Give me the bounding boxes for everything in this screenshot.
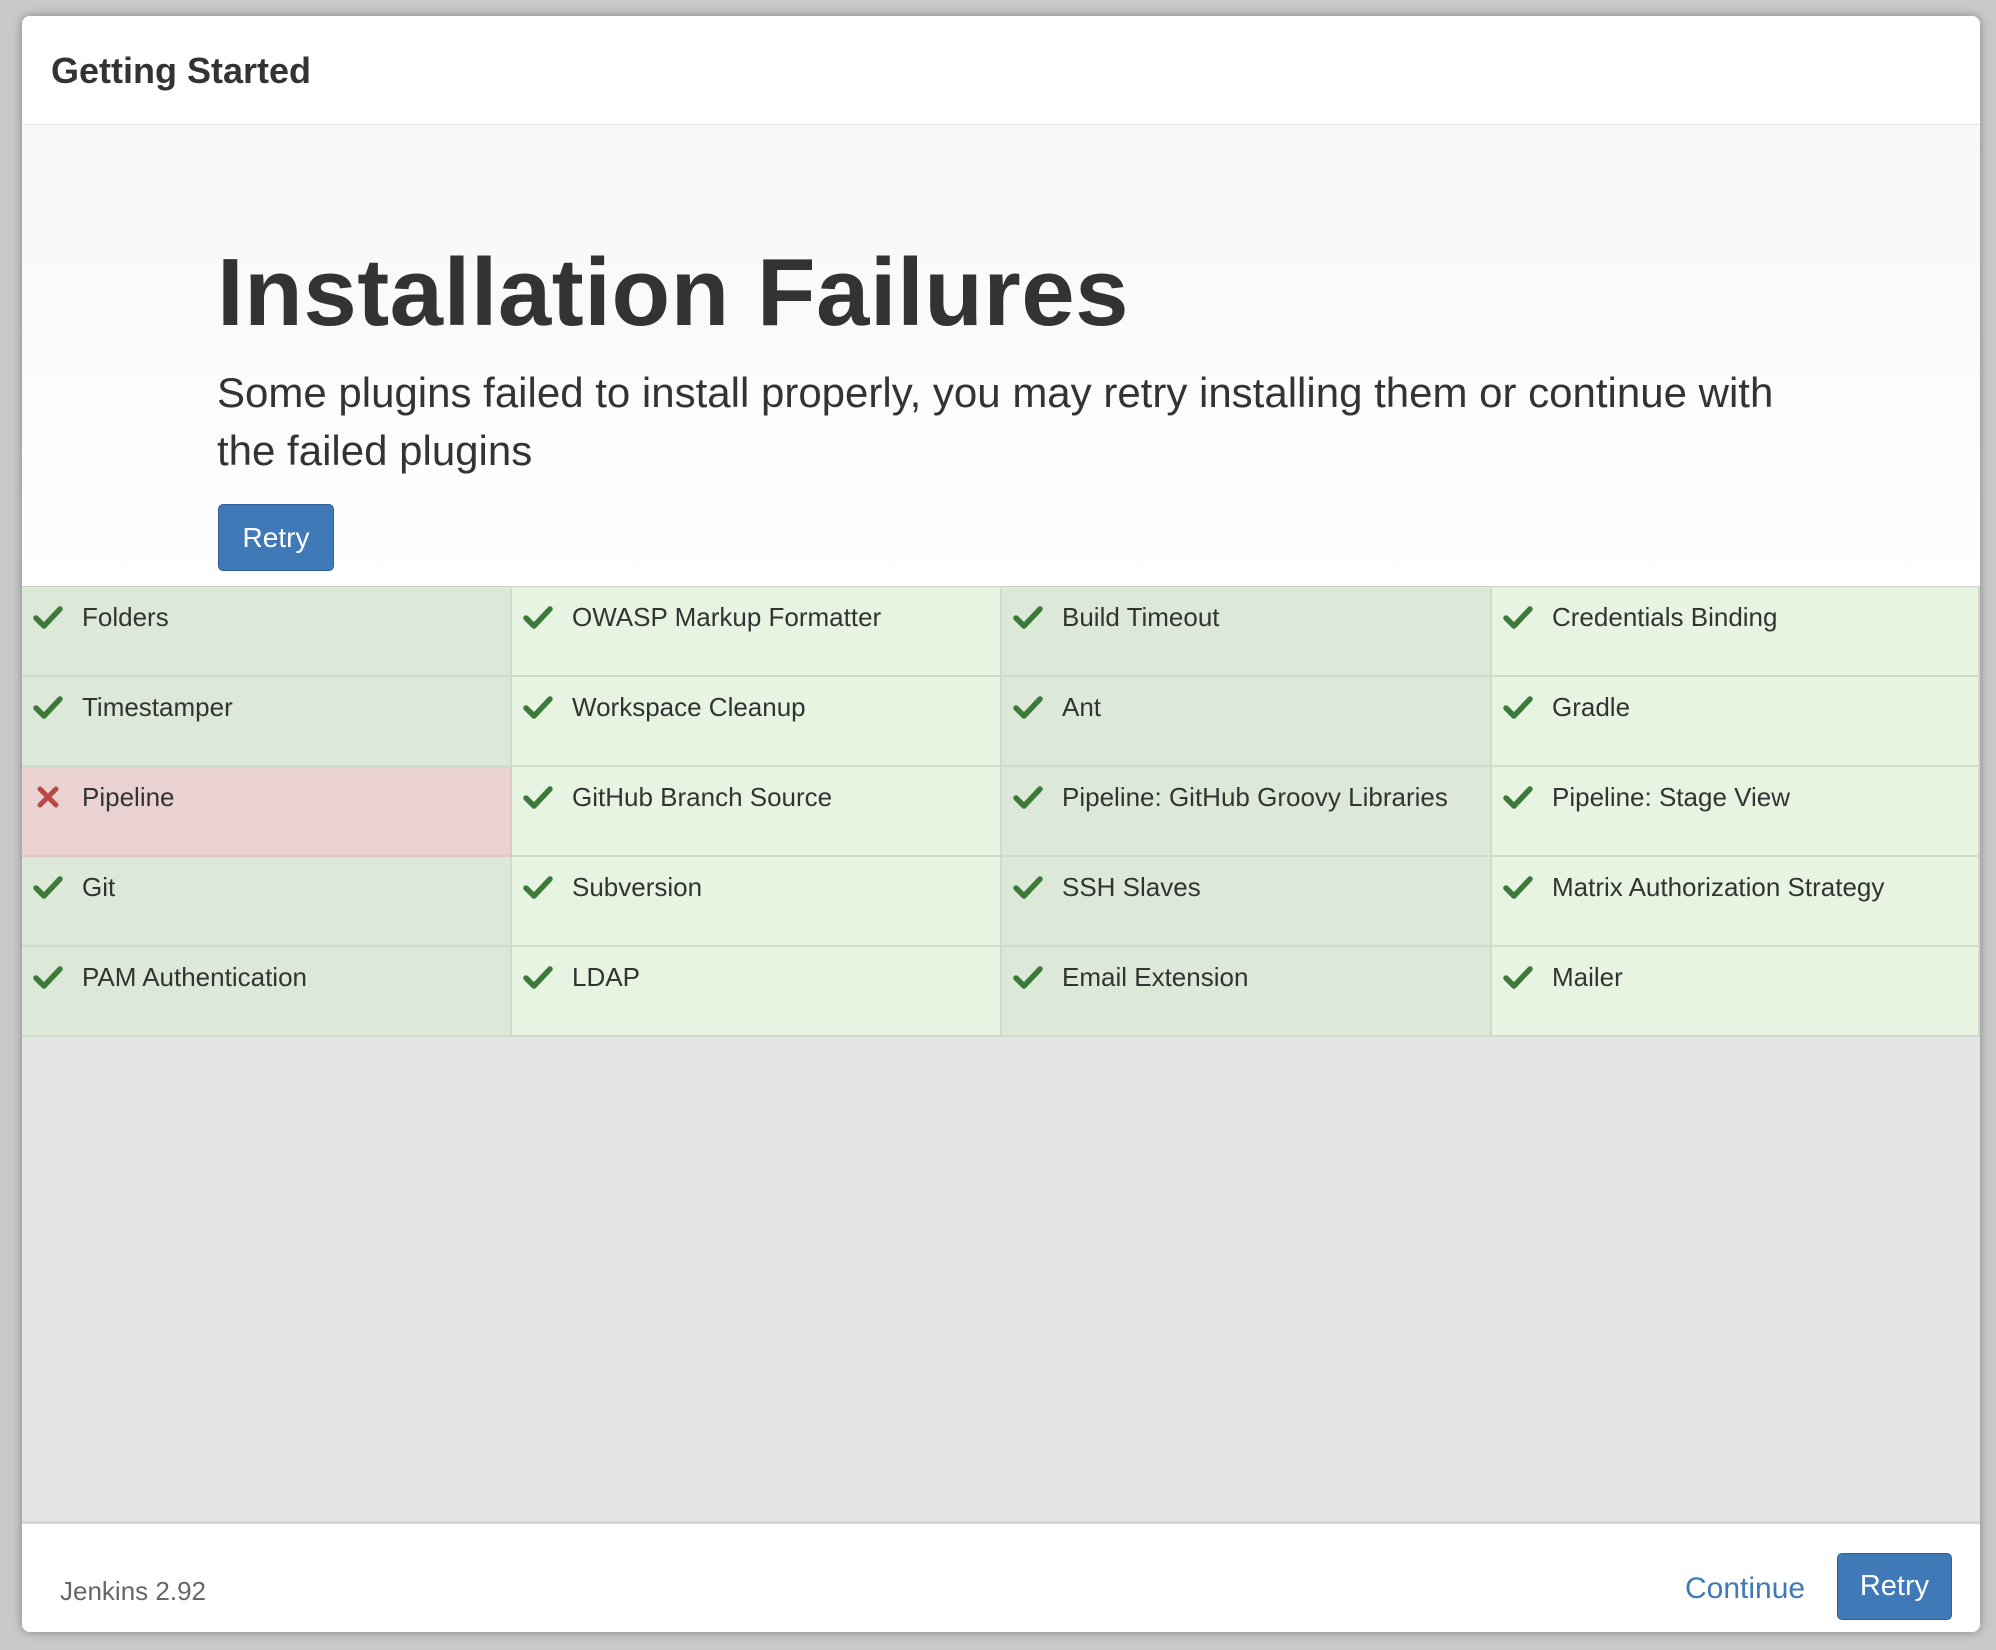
plugin-name: Workspace Cleanup <box>572 692 806 722</box>
footer-retry-button[interactable]: Retry <box>1837 1553 1952 1620</box>
empty-area <box>22 1037 1980 1521</box>
plugin-item: GitHub Branch Source <box>512 767 1002 857</box>
check-icon <box>1012 871 1044 903</box>
plugin-item: PAM Authentication <box>22 947 512 1037</box>
page-description: Some plugins failed to install properly,… <box>217 369 1774 474</box>
plugin-item: LDAP <box>512 947 1002 1037</box>
plugin-name: Timestamper <box>82 692 233 722</box>
check-icon <box>1502 871 1534 903</box>
plugin-item: Timestamper <box>22 677 512 767</box>
plugin-item: Mailer <box>1492 947 1980 1037</box>
check-icon <box>1502 781 1534 813</box>
check-icon <box>522 601 554 633</box>
plugin-item: Gradle <box>1492 677 1980 767</box>
plugin-name: Pipeline: Stage View <box>1552 782 1791 812</box>
plugin-item: Ant <box>1002 677 1492 767</box>
plugin-name: OWASP Markup Formatter <box>572 602 882 632</box>
plugin-status-grid: Folders OWASP Markup Formatter Build Timeo… <box>22 586 1980 1037</box>
plugin-name: GitHub Branch Source <box>572 782 833 812</box>
continue-link[interactable]: Continue <box>1685 1572 1805 1606</box>
plugin-name: Email Extension <box>1062 962 1249 992</box>
plugin-item: Build Timeout <box>1002 587 1492 677</box>
retry-button[interactable]: Retry <box>218 504 334 571</box>
plugin-name: Credentials Binding <box>1552 602 1778 632</box>
check-icon <box>32 601 64 633</box>
check-icon <box>1502 961 1534 993</box>
plugin-name: SSH Slaves <box>1062 872 1201 902</box>
plugin-name: Build Timeout <box>1062 602 1220 632</box>
plugin-name: Folders <box>82 602 169 632</box>
plugin-item: Folders <box>22 587 512 677</box>
plugin-item: Pipeline: Stage View <box>1492 767 1980 857</box>
plugin-item: Workspace Cleanup <box>512 677 1002 767</box>
check-icon <box>1012 961 1044 993</box>
plugin-item: Pipeline <box>22 767 512 857</box>
check-icon <box>522 871 554 903</box>
check-icon <box>32 691 64 723</box>
version-label: Jenkins 2.92 <box>60 1576 206 1606</box>
plugin-name: Pipeline: GitHub Groovy Libraries <box>1062 782 1448 812</box>
plugin-item: Git <box>22 857 512 947</box>
plugin-item: Credentials Binding <box>1492 587 1980 677</box>
check-icon <box>1502 601 1534 633</box>
plugin-item: Pipeline: GitHub Groovy Libraries <box>1002 767 1492 857</box>
plugin-name: Ant <box>1062 692 1102 722</box>
check-icon <box>1012 691 1044 723</box>
check-icon <box>522 781 554 813</box>
plugin-name: Pipeline <box>82 782 175 812</box>
plugin-name: Mailer <box>1552 962 1623 992</box>
dialog-header: Getting Started <box>22 16 1980 125</box>
plugin-name: Git <box>82 872 116 902</box>
dialog-footer: Jenkins 2.92 Continue Retry <box>22 1521 1980 1632</box>
plugin-item: Matrix Authorization Strategy <box>1492 857 1980 947</box>
dialog-title: Getting Started <box>51 50 312 91</box>
plugin-item: SSH Slaves <box>1002 857 1492 947</box>
x-icon <box>32 781 64 813</box>
plugin-name: Gradle <box>1552 692 1631 722</box>
plugin-name: Subversion <box>572 872 703 902</box>
check-icon <box>522 691 554 723</box>
plugin-item: Subversion <box>512 857 1002 947</box>
check-icon <box>522 961 554 993</box>
plugin-item: Email Extension <box>1002 947 1492 1037</box>
page-heading: Installation Failures <box>217 239 1130 346</box>
check-icon <box>1012 601 1044 633</box>
check-icon <box>32 961 64 993</box>
check-icon <box>1012 781 1044 813</box>
check-icon <box>1502 691 1534 723</box>
hero-section: Installation Failures Some plugins faile… <box>22 126 1980 584</box>
check-icon <box>32 871 64 903</box>
setup-dialog: Getting Started Installation Failures So… <box>22 16 1980 1632</box>
plugin-name: PAM Authentication <box>82 962 307 992</box>
plugin-item: OWASP Markup Formatter <box>512 587 1002 677</box>
plugin-name: Matrix Authorization Strategy <box>1552 872 1885 902</box>
plugin-name: LDAP <box>572 962 640 992</box>
